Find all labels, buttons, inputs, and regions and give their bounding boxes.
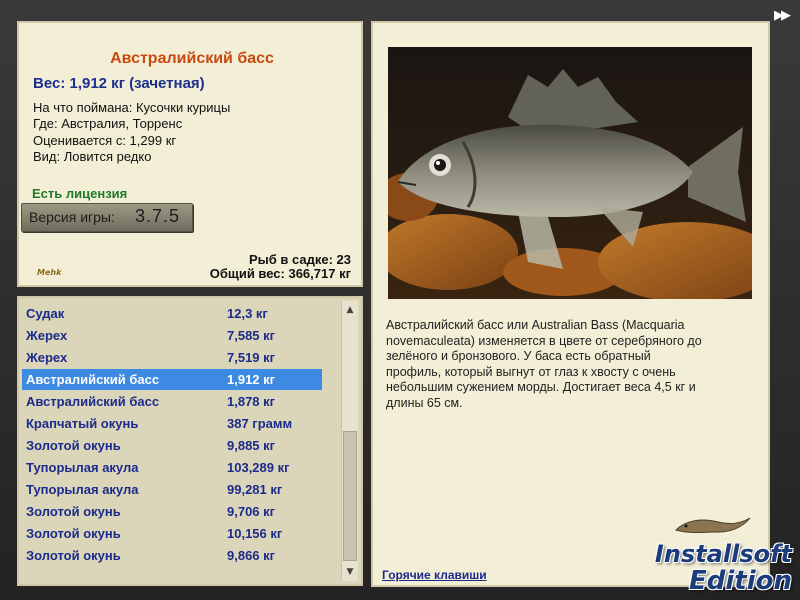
fish-count: Рыб в садке: 23 [248,252,351,267]
catch-list-item[interactable]: Жерех 7,585 кг [22,325,322,346]
catch-list[interactable]: Судак 12,3 кг Жерех 7,585 кг Жерех 7,519 кг Ав… [17,296,363,586]
catch-item-name: Золотой окунь [26,548,121,563]
catch-list-item[interactable]: Тупорылая акула 99,281 кг [22,479,322,500]
catch-details: На что поймана: Кусочки курицы Где: Авст… [33,100,230,165]
catch-item-weight: 9,866 кг [227,548,276,563]
catch-list-item[interactable]: Судак 12,3 кг [22,303,322,324]
description-line: novemaculeata) изменяется в цвете от сер… [386,333,702,348]
watermark-line2: Edition [689,566,792,596]
location-detail: Где: Австралия, Торренс [33,116,183,132]
hotkeys-link[interactable]: Горячие клавиши [382,568,487,582]
catch-item-name: Австралийский басс [26,372,160,387]
total-weight: Общий вес: 366,717 кг [209,266,351,281]
catch-item-name: Тупорылая акула [26,460,139,475]
catch-item-weight: 1,912 кг [227,372,276,387]
catch-item-weight: 1,878 кг [227,394,276,409]
version-badge: Версия игры: 3.7.5 [21,203,193,232]
catch-list-item[interactable]: Тупорылая акула 103,289 кг [22,457,322,478]
catch-item-name: Судак [26,306,65,321]
scroll-thumb[interactable] [343,431,357,561]
catch-list-item[interactable]: Золотой окунь 10,156 кг [22,523,322,544]
installsoft-watermark: Installsoft Edition [622,512,792,596]
catch-item-name: Золотой окунь [26,438,121,453]
catch-list-item[interactable]: Золотой окунь 9,885 кг [22,435,322,456]
catch-item-weight: 103,289 кг [227,460,290,475]
fish-photo [388,47,752,299]
fish-weight: Вес: 1,912 кг (зачетная) [33,75,205,92]
catch-list-item[interactable]: Жерех 7,519 кг [22,347,322,368]
description-line: Австралийский басс или Australian Bass (… [386,318,685,332]
catch-item-name: Золотой окунь [26,526,121,541]
catch-list-item[interactable]: Австралийский басс 1,878 кг [22,391,322,412]
chevron-up-icon[interactable]: ▲ [342,303,358,317]
rarity-detail: Вид: Ловится редко [33,148,152,164]
catch-item-weight: 7,519 кг [227,350,276,365]
license-status: Есть лицензия [32,186,128,201]
catch-list-item[interactable]: Золотой окунь 9,706 кг [22,501,322,522]
catch-item-weight: 12,3 кг [227,306,268,321]
catch-item-name: Тупорылая акула [26,482,139,497]
catch-item-name: Крапчатый окунь [26,416,139,431]
catch-list-item[interactable]: Австралийский басс 1,912 кг [22,369,322,390]
fast-forward-icon[interactable]: ▶▶ [770,8,792,24]
min-weight-detail: Оценивается с: 1,299 кг [33,132,177,148]
watermark-line1: Installsoft [654,540,792,568]
description-line: небольшим сужением морды. Достигает веса… [386,380,696,394]
description-line: длины 65 см. [386,395,463,410]
app-window: ▶▶ Австралийский басс Вес: 1,912 кг (зач… [0,0,800,600]
catch-item-weight: 7,585 кг [227,328,276,343]
catch-item-name: Жерех [26,350,68,365]
catch-item-weight: 9,885 кг [227,438,276,453]
australian-bass-image [388,47,752,299]
mini-logo: Mehk [37,268,62,277]
catch-list-item[interactable]: Золотой окунь 9,866 кг [22,545,322,566]
bait-detail: На что поймана: Кусочки курицы [33,100,231,115]
catch-info-panel: Австралийский басс Вес: 1,912 кг (зачетн… [17,21,363,287]
fish-title: Австралийский басс [110,50,274,67]
chevron-down-icon[interactable]: ▼ [342,565,358,579]
catch-item-weight: 10,156 кг [227,526,283,541]
list-scrollbar[interactable]: ▲ ▼ [341,301,358,581]
catch-item-name: Австралийский басс [26,394,160,409]
fish-description: Австралийский басс или Australian Bass (… [386,318,756,411]
version-label: Версия игры: [29,209,115,225]
catch-item-weight: 387 грамм [227,416,293,431]
cage-summary: Рыб в садке: 23 Общий вес: 366,717 кг [210,253,351,281]
catch-item-name: Золотой окунь [26,504,121,519]
catch-item-weight: 99,281 кг [227,482,283,497]
catch-item-weight: 9,706 кг [227,504,276,519]
version-value: 3.7.5 [135,206,181,226]
catch-item-name: Жерех [26,328,68,343]
description-line: зелёного и бронзового. У баса есть обрат… [386,349,651,363]
description-line: профиль, который выгнут от глаз к хвосту… [386,364,676,379]
lizard-icon [675,517,751,533]
fish-description-panel: Австралийский басс или Australian Bass (… [371,21,770,587]
catch-list-item[interactable]: Крапчатый окунь 387 грамм [22,413,322,434]
